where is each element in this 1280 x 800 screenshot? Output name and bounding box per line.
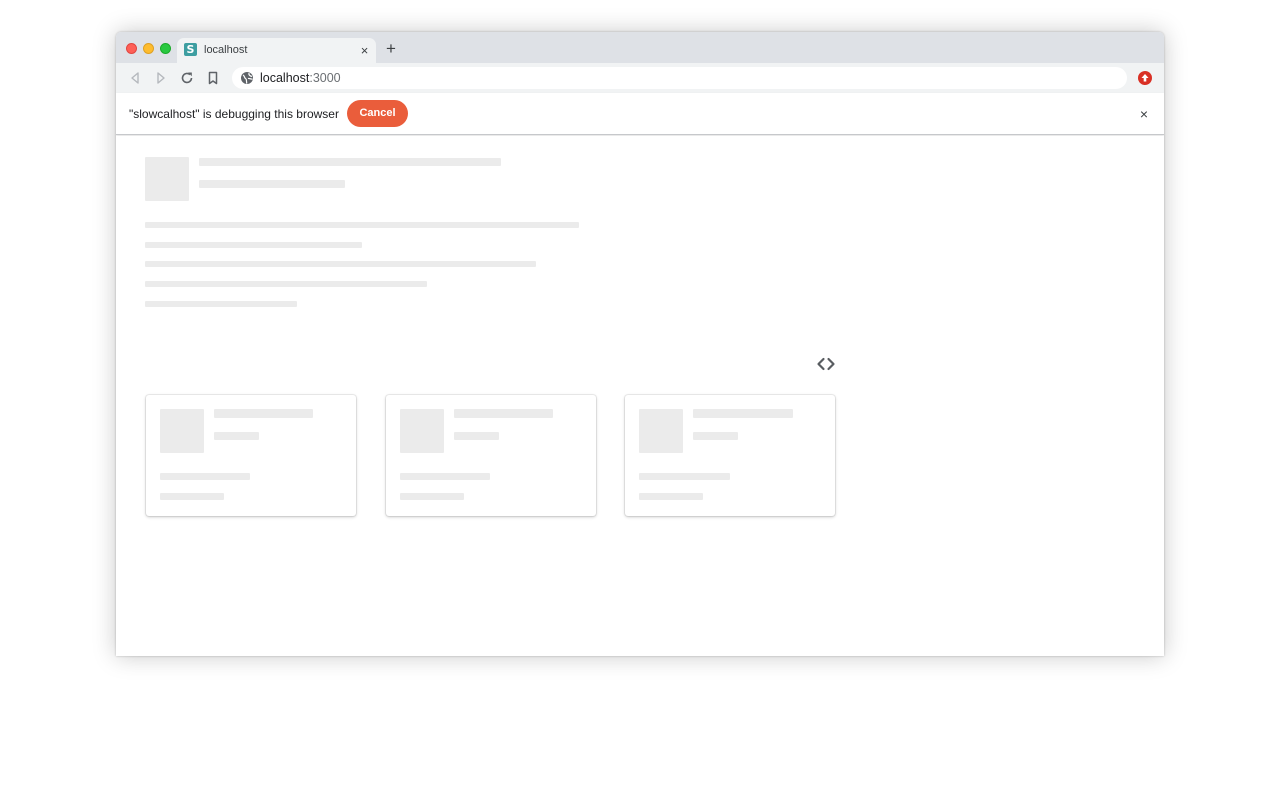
- debugging-infobar: "slowcalhost" is debugging this browser …: [116, 93, 1164, 135]
- zoom-window-button[interactable]: [160, 43, 171, 54]
- skeleton-card-title: [214, 409, 313, 418]
- skeleton-card-thumb: [639, 409, 683, 453]
- skeleton-card-line: [160, 473, 250, 480]
- skeleton-card: [625, 395, 835, 516]
- skeleton-line: [145, 222, 579, 228]
- skeleton-card-subtitle: [454, 432, 499, 440]
- browser-window: S localhost × + localhost:3000 "slowcalh…: [116, 32, 1164, 656]
- code-icon[interactable]: [816, 356, 836, 372]
- skeleton-line: [145, 281, 427, 287]
- new-tab-button[interactable]: +: [383, 40, 399, 57]
- reload-icon[interactable]: [179, 70, 195, 86]
- bookmark-icon[interactable]: [205, 70, 221, 86]
- skeleton-avatar: [145, 157, 189, 201]
- cancel-button[interactable]: Cancel: [347, 100, 408, 127]
- skeleton-card-line: [400, 493, 464, 500]
- url-host: localhost: [260, 71, 310, 85]
- skeleton-card-line: [160, 493, 224, 500]
- infobar-close-icon[interactable]: ×: [1136, 106, 1152, 122]
- globe-icon: [240, 71, 254, 85]
- skeleton-subtitle: [199, 180, 345, 188]
- skeleton-card-line: [639, 493, 703, 500]
- minimize-window-button[interactable]: [143, 43, 154, 54]
- tab-title: localhost: [204, 44, 248, 56]
- skeleton-card: [146, 395, 356, 516]
- skeleton-card-thumb: [400, 409, 444, 453]
- tab-strip: S localhost × +: [116, 32, 1164, 63]
- back-icon[interactable]: [127, 70, 143, 86]
- browser-toolbar: localhost:3000: [116, 63, 1164, 93]
- skeleton-line: [145, 242, 362, 248]
- skeleton-card-title: [454, 409, 553, 418]
- skeleton-card-subtitle: [214, 432, 259, 440]
- skeleton-card-line: [400, 473, 490, 480]
- infobar-message: "slowcalhost" is debugging this browser: [129, 107, 339, 121]
- skeleton-card-thumb: [160, 409, 204, 453]
- extension-icon[interactable]: [1138, 71, 1152, 85]
- skeleton-line: [145, 261, 536, 267]
- url-text: localhost:3000: [260, 71, 341, 85]
- skeleton-card-title: [693, 409, 793, 418]
- address-bar[interactable]: localhost:3000: [232, 67, 1127, 89]
- skeleton-card-line: [639, 473, 730, 480]
- close-window-button[interactable]: [126, 43, 137, 54]
- skeleton-card: [386, 395, 596, 516]
- skeleton-title: [199, 158, 501, 166]
- forward-icon[interactable]: [153, 70, 169, 86]
- tab-localhost[interactable]: S localhost ×: [177, 38, 376, 63]
- skeleton-card-subtitle: [693, 432, 738, 440]
- favicon-icon: S: [184, 43, 197, 56]
- url-port: :3000: [309, 71, 341, 85]
- page-content: [116, 136, 1164, 656]
- skeleton-line: [145, 301, 297, 307]
- tab-close-icon[interactable]: ×: [357, 43, 372, 58]
